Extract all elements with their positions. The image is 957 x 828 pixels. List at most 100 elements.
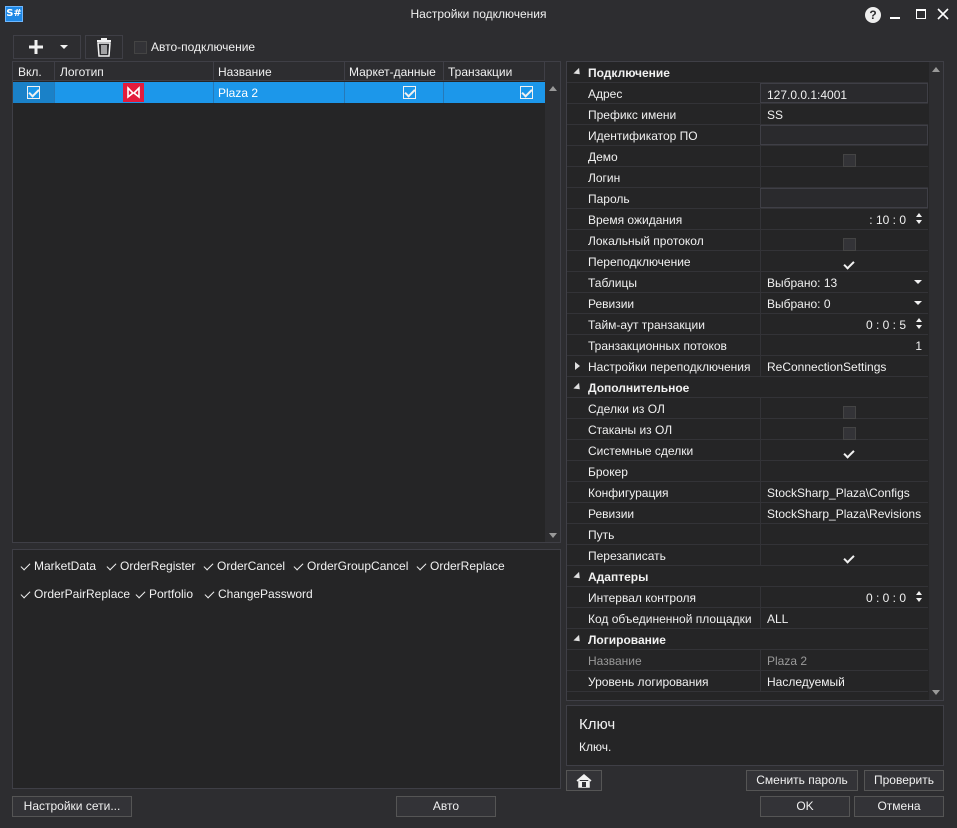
configuration-input[interactable]: StockSharp_Plaza\Configs <box>760 482 928 502</box>
auto-connect-checkbox[interactable] <box>134 41 147 54</box>
cancel-button[interactable]: Отмена <box>854 796 944 817</box>
prop-system-trades[interactable]: Системные сделки <box>567 440 928 461</box>
prefix-value[interactable]: SS <box>760 104 928 124</box>
chevron-down-icon[interactable] <box>914 301 922 305</box>
grid-scrollbar[interactable] <box>545 62 560 542</box>
prop-broker[interactable]: Брокер <box>567 461 928 482</box>
prop-demo[interactable]: Демо <box>567 146 928 167</box>
scroll-down-icon[interactable] <box>932 690 940 695</box>
prop-tables[interactable]: Таблицы Выбрано: 13 <box>567 272 928 293</box>
property-scrollbar[interactable] <box>929 62 943 700</box>
prop-name-prefix[interactable]: Префикс имени SS <box>567 104 928 125</box>
scroll-up-icon[interactable] <box>549 86 557 91</box>
local-protocol-checkbox[interactable] <box>843 238 856 251</box>
col-enabled[interactable]: Вкл. <box>18 65 42 79</box>
category-adapters[interactable]: Адаптеры <box>567 566 928 587</box>
control-interval-input[interactable]: 0 : 0 : 0 <box>760 587 928 607</box>
revisions-dropdown[interactable]: Выбрано: 0 <box>760 293 928 313</box>
timeout-input[interactable]: : 10 : 0 <box>760 209 928 229</box>
prop-log-level[interactable]: Уровень логирования Наследуемый <box>567 671 928 692</box>
prop-local-protocol[interactable]: Локальный протокол <box>567 230 928 251</box>
expand-icon[interactable] <box>575 362 580 370</box>
table-row[interactable]: Plaza 2 <box>13 82 545 103</box>
prop-configuration[interactable]: Конфигурация StockSharp_Plaza\Configs <box>567 482 928 503</box>
add-connection-button[interactable] <box>13 35 81 59</box>
login-input[interactable] <box>760 167 928 187</box>
col-name[interactable]: Название <box>218 65 272 79</box>
category-additional[interactable]: Дополнительное <box>567 377 928 398</box>
ol-trades-checkbox[interactable] <box>843 406 856 419</box>
prop-transaction-threads[interactable]: Транзакционных потоков 1 <box>567 335 928 356</box>
msg-ordergroupcancel[interactable]: OrderGroupCancel <box>293 559 408 573</box>
overwrite-checkbox[interactable] <box>843 553 856 566</box>
prop-ol-trades[interactable]: Сделки из ОЛ <box>567 398 928 419</box>
col-transactions[interactable]: Транзакции <box>448 65 512 79</box>
scroll-down-icon[interactable] <box>549 533 557 538</box>
log-level-dropdown[interactable]: Наследуемый <box>760 671 928 691</box>
chevron-down-icon[interactable] <box>914 280 922 284</box>
connections-grid <box>12 61 561 543</box>
msg-portfolio[interactable]: Portfolio <box>135 587 193 601</box>
prop-control-interval[interactable]: Интервал контроля 0 : 0 : 0 <box>567 587 928 608</box>
prop-timeout[interactable]: Время ожидания: 10 : 0 <box>567 209 928 230</box>
check-button[interactable]: Проверить <box>864 770 944 791</box>
spinner-icon[interactable] <box>916 590 923 604</box>
tx-threads-input[interactable]: 1 <box>760 335 928 355</box>
prop-password[interactable]: Пароль <box>567 188 928 209</box>
revisions-path-input[interactable]: StockSharp_Plaza\Revisions <box>760 503 928 523</box>
description-panel <box>566 705 944 766</box>
prop-overwrite[interactable]: Перезаписать <box>567 545 928 566</box>
msg-orderpairreplace[interactable]: OrderPairReplace <box>20 587 130 601</box>
col-logo[interactable]: Логотип <box>60 65 104 79</box>
prop-reconnection-settings[interactable]: Настройки переподключения ReConnectionSet… <box>567 356 928 377</box>
demo-checkbox[interactable] <box>843 154 856 167</box>
category-connection[interactable]: Подключение <box>567 62 928 83</box>
row-enabled-checkbox[interactable] <box>27 86 40 99</box>
app-id-input[interactable] <box>760 125 928 145</box>
tables-dropdown[interactable]: Выбрано: 13 <box>760 272 928 292</box>
prop-path[interactable]: Путь <box>567 524 928 545</box>
password-input[interactable] <box>760 188 928 208</box>
plus-icon <box>29 40 68 54</box>
prop-transaction-timeout[interactable]: Тайм-аут транзакции 0 : 0 : 5 <box>567 314 928 335</box>
unified-board-input[interactable]: ALL <box>760 608 928 628</box>
spinner-icon[interactable] <box>916 212 923 226</box>
help-icon[interactable]: ? <box>865 7 881 23</box>
prop-ol-books[interactable]: Стаканы из ОЛ <box>567 419 928 440</box>
close-button[interactable] <box>932 3 954 25</box>
delete-connection-button[interactable] <box>85 35 123 59</box>
row-market-data-checkbox[interactable] <box>403 86 417 99</box>
msg-orderregister[interactable]: OrderRegister <box>106 559 195 573</box>
minimize-button[interactable] <box>884 3 906 25</box>
msg-orderreplace[interactable]: OrderReplace <box>416 559 505 573</box>
broker-input[interactable] <box>760 461 928 481</box>
system-trades-checkbox[interactable] <box>843 448 856 461</box>
home-button[interactable] <box>566 770 602 791</box>
network-settings-button[interactable]: Настройки сети... <box>12 796 132 817</box>
auto-button[interactable]: Авто <box>396 796 496 817</box>
category-logging[interactable]: Логирование <box>567 629 928 650</box>
prop-app-id[interactable]: Идентификатор ПО <box>567 125 928 146</box>
change-password-button[interactable]: Сменить пароль <box>746 770 858 791</box>
msg-changepassword[interactable]: ChangePassword <box>204 587 313 601</box>
msg-marketdata[interactable]: MarketData <box>20 559 96 573</box>
col-market-data[interactable]: Маркет-данные <box>349 65 436 79</box>
prop-login[interactable]: Логин <box>567 167 928 188</box>
prop-reconnect[interactable]: Переподключение <box>567 251 928 272</box>
prop-name[interactable]: Название Plaza 2 <box>567 650 928 671</box>
ok-button[interactable]: OK <box>760 796 850 817</box>
maximize-button[interactable] <box>910 3 932 25</box>
prop-revisions-path[interactable]: Ревизии StockSharp_Plaza\Revisions <box>567 503 928 524</box>
msg-ordercancel[interactable]: OrderCancel <box>203 559 285 573</box>
scroll-up-icon[interactable] <box>932 67 940 72</box>
reconnect-checkbox[interactable] <box>843 259 856 272</box>
prop-unified-board[interactable]: Код объединенной площадки ALL <box>567 608 928 629</box>
prop-address[interactable]: Адрес 127.0.0.1:4001 <box>567 83 928 104</box>
path-input[interactable] <box>760 524 928 544</box>
address-input[interactable]: 127.0.0.1:4001 <box>760 83 928 103</box>
row-transactions-checkbox[interactable] <box>519 86 533 99</box>
ol-books-checkbox[interactable] <box>843 427 856 440</box>
spinner-icon[interactable] <box>916 317 923 331</box>
prop-revisions[interactable]: Ревизии Выбрано: 0 <box>567 293 928 314</box>
tx-timeout-input[interactable]: 0 : 0 : 5 <box>760 314 928 334</box>
